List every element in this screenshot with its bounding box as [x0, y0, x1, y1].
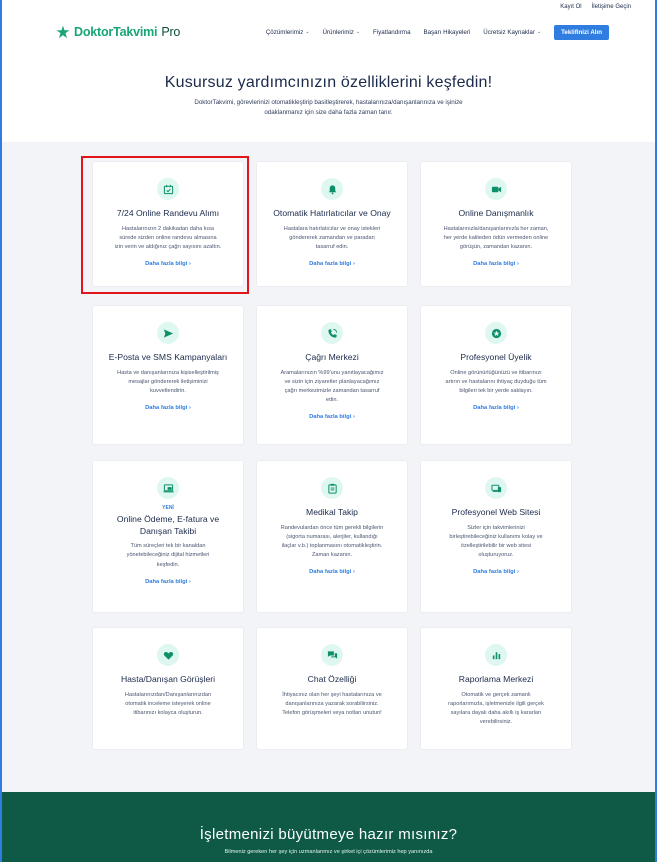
new-badge: YENİ — [162, 505, 174, 511]
feature-card-patient-reviews[interactable]: Hasta/Danışan Görüşleri Hastalarınızdan/… — [92, 627, 244, 750]
chevron-right-icon: › — [352, 261, 355, 268]
nav-item-label: Çözümlerimiz — [265, 28, 304, 36]
learn-more-link[interactable]: Daha fazla bilgi › — [421, 569, 571, 575]
nav-item-success-stories[interactable]: Başarı Hikayeleri — [424, 29, 471, 36]
feature-title: Otomatik Hatırlatıcılar ve Onay — [273, 208, 391, 218]
logo-star-icon — [56, 25, 70, 39]
feature-card-reminders[interactable]: Otomatik Hatırlatıcılar ve Onay Hastalar… — [256, 161, 408, 287]
feature-description: Aramalarınızın %99'unu yanıtlayacağımız v… — [280, 369, 384, 404]
bell-icon — [321, 178, 343, 200]
chat-bubbles-icon — [321, 644, 343, 666]
chevron-right-icon: › — [188, 578, 191, 585]
nav-item-free-resources[interactable]: Ücretsiz Kaynaklar ⌄ — [483, 29, 541, 36]
learn-more-link[interactable]: Daha fazla bilgi › — [421, 261, 571, 267]
video-camera-icon — [485, 178, 507, 200]
cta-footer-band: İşletmenizi büyütmeye hazır mısınız? Bil… — [0, 792, 657, 862]
send-icon — [157, 322, 179, 344]
feature-description: İhtiyacınız olan her şeyi hastalarınıza … — [282, 691, 382, 717]
feature-card-pro-membership[interactable]: Profesyonel Üyelik Online görünürlüğünüz… — [420, 305, 572, 445]
chevron-down-icon: ⌄ — [355, 29, 361, 35]
feature-title: Raporlama Merkezi — [458, 674, 534, 684]
feature-description: Hasta ve danışanlarınıza kişiselleştiril… — [117, 369, 219, 395]
feature-card-reporting[interactable]: Raporlama Merkezi Otomatik ve gerçek zam… — [420, 627, 572, 750]
feature-title: Medikal Takip — [306, 507, 358, 517]
feature-title: Online Ödeme, E-fatura ve Danışan Takibi — [116, 514, 220, 536]
phone-call-icon — [321, 322, 343, 344]
nav-item-label: Fiyatlandırma — [373, 28, 411, 36]
feature-card-online-consultation[interactable]: Online Danışmanlık Hastalarınızla/danışa… — [420, 161, 572, 287]
chevron-right-icon: › — [516, 405, 519, 412]
nav-item-label: Ürünlerimiz — [322, 28, 354, 36]
feature-card-online-payment[interactable]: YENİ Online Ödeme, E-fatura ve Danışan Ta… — [92, 460, 244, 613]
feature-description: Hastalara hatırlatıcılar ve onay istekle… — [283, 225, 381, 251]
learn-more-link[interactable]: Daha fazla bilgi › — [257, 261, 407, 267]
main-navigation: DoktorTakvimi Pro Çözümlerimiz ⌄ Ürünler… — [0, 14, 657, 50]
learn-more-link[interactable]: Daha fazla bilgi › — [93, 579, 243, 585]
feature-description: Online görünürlüğünüzü ve itibarınızı art… — [445, 369, 547, 395]
feature-card-medical-tracking[interactable]: Medikal Takip Randevulardan önce tüm ger… — [256, 460, 408, 613]
learn-more-link[interactable]: Daha fazla bilgi › — [257, 569, 407, 575]
register-link[interactable]: Kayıt Ol — [560, 4, 581, 10]
cta-title: İşletmenizi büyütmeye hazır mısınız? — [199, 826, 458, 843]
chevron-down-icon: ⌄ — [536, 29, 542, 35]
chevron-right-icon: › — [352, 569, 355, 576]
clipboard-icon — [321, 477, 343, 499]
feature-card-call-center[interactable]: Çağrı Merkezi Aramalarınızın %99'unu yan… — [256, 305, 408, 445]
learn-more-link[interactable]: Daha fazla bilgi › — [257, 414, 407, 420]
bar-chart-icon — [485, 644, 507, 666]
feature-description: Otomatik ve gerçek zamanlı raporlarımızla… — [448, 691, 544, 726]
feature-title: Profesyonel Web Sitesi — [451, 507, 541, 517]
learn-more-link[interactable]: Daha fazla bilgi › — [421, 405, 571, 411]
chevron-right-icon: › — [516, 569, 519, 576]
nav-item-label: Başarı Hikayeleri — [423, 28, 471, 36]
page-title: Kusursuz yardımcınızın özelliklerini keş… — [164, 74, 493, 91]
contact-link[interactable]: İletişime Geçin — [592, 4, 631, 10]
subtitle-line: odaklanmanız için size daha fazla zaman … — [264, 108, 393, 116]
website-devices-icon — [485, 477, 507, 499]
feature-card-email-sms[interactable]: E-Posta ve SMS Kampanyaları Hasta ve dan… — [92, 305, 244, 445]
page-subtitle: DoktorTakvimi, görevlerinizi otomatikleş… — [0, 98, 657, 117]
chevron-right-icon: › — [188, 405, 191, 412]
feature-description: Sizler için takvimlerinizi birleştirebile… — [449, 524, 543, 559]
feature-title: Profesyonel Üyelik — [460, 352, 532, 362]
chevron-right-icon: › — [516, 261, 519, 268]
feature-title: Hasta/Danışan Görüşleri — [120, 674, 216, 684]
star-badge-icon — [485, 322, 507, 344]
feature-description: Randevulardan önce tüm gerekli bilgileri… — [280, 524, 384, 559]
nav-item-solutions[interactable]: Çözümlerimiz ⌄ — [266, 29, 310, 36]
top-utility-bar: Kayıt Ol İletişime Geçin — [0, 0, 657, 14]
logo-text: DoktorTakvimi — [74, 25, 158, 39]
window-left-border — [0, 0, 2, 862]
feature-description: Tüm süreçleri tek bir kanaldan yönetebile… — [126, 543, 210, 568]
cta-subtitle: Bilmeniz gereken her şey için uzmanlarım… — [224, 849, 433, 855]
feature-title: Çağrı Merkezi — [305, 352, 359, 362]
subtitle-line: DoktorTakvimi, görevlerinizi otomatikleş… — [194, 99, 463, 106]
chevron-right-icon: › — [352, 414, 355, 421]
logo-suffix: Pro — [161, 25, 181, 39]
selection-highlight-box — [81, 156, 249, 294]
nav-item-products[interactable]: Ürünlerimiz ⌄ — [323, 29, 361, 36]
heart-icon — [157, 644, 179, 666]
chevron-down-icon: ⌄ — [305, 29, 310, 35]
feature-title: E-Posta ve SMS Kampanyaları — [108, 352, 228, 362]
payment-screen-icon — [157, 477, 179, 499]
hero-section: Kusursuz yardımcınızın özelliklerini keş… — [0, 50, 657, 142]
nav-item-pricing[interactable]: Fiyatlandırma — [373, 29, 410, 36]
learn-more-link[interactable]: Daha fazla bilgi › — [93, 405, 243, 411]
feature-title: Chat Özelliği — [307, 674, 357, 684]
feature-description: Hastalarınızla/danışanlarınızla her zama… — [443, 225, 549, 251]
nav-item-label: Ücretsiz Kaynaklar — [483, 28, 535, 36]
feature-description: Hastalarınızdan/Danışanlarınızdan otomati… — [124, 691, 212, 717]
brand-logo[interactable]: DoktorTakvimi Pro — [56, 25, 180, 39]
get-quote-button[interactable]: Teklifinizi Alın — [554, 24, 609, 40]
feature-card-chat[interactable]: Chat Özelliği İhtiyacınız olan her şeyi … — [256, 627, 408, 750]
feature-title: Online Danışmanlık — [458, 208, 534, 218]
nav-menu: Çözümlerimiz ⌄ Ürünlerimiz ⌄ Fiyatlandır… — [266, 24, 609, 40]
feature-card-pro-website[interactable]: Profesyonel Web Sitesi Sizler için takvi… — [420, 460, 572, 613]
